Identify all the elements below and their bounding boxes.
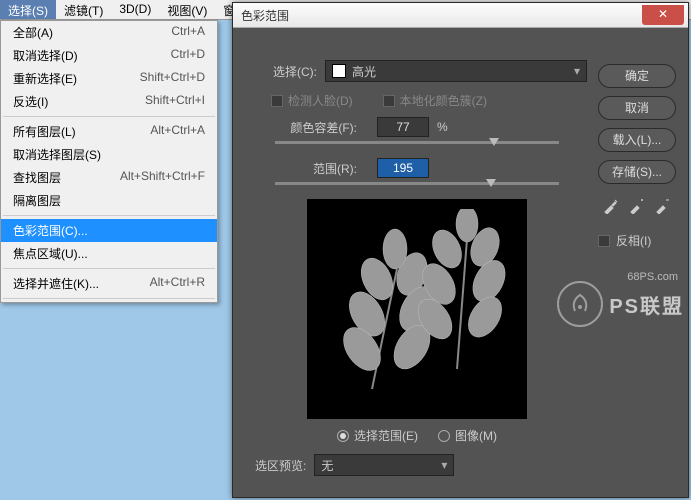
chevron-down-icon: ▾ — [441, 458, 447, 472]
menu-3d[interactable]: 3D(D) — [111, 0, 159, 19]
checkbox-icon — [598, 235, 610, 247]
menu-view[interactable]: 视图(V) — [159, 0, 215, 19]
localized-clusters-checkbox: 本地化颜色簇(Z) — [383, 92, 487, 109]
percent-label: % — [437, 120, 448, 134]
selection-preview-label: 选区预览: — [255, 457, 306, 474]
radio-icon — [438, 430, 450, 442]
close-button[interactable]: ✕ — [642, 5, 684, 25]
fuzziness-slider[interactable] — [275, 141, 559, 144]
dialog-title: 色彩范围 — [233, 7, 289, 24]
menu-separator — [3, 215, 215, 216]
range-input[interactable]: 195 — [377, 158, 429, 178]
menu-separator — [3, 116, 215, 117]
menu-separator — [3, 298, 215, 299]
fuzziness-label: 颜色容差(F): — [247, 119, 357, 136]
select-value: 高光 — [352, 63, 376, 80]
menu-select[interactable]: 选择(S) — [0, 0, 56, 19]
menu-deselect-layers[interactable]: 取消选择图层(S) — [1, 143, 217, 166]
chevron-down-icon: ▾ — [574, 64, 580, 78]
slider-thumb[interactable] — [489, 138, 499, 146]
select-menu-dropdown: 全部(A)Ctrl+A 取消选择(D)Ctrl+D 重新选择(E)Shift+C… — [0, 20, 218, 303]
menu-reselect[interactable]: 重新选择(E)Shift+Ctrl+D — [1, 67, 217, 90]
dialog-side-panel: 确定 取消 载入(L)... 存储(S)... 反相(I) — [598, 64, 676, 249]
select-label: 选择(C): — [247, 63, 317, 80]
menu-deselect[interactable]: 取消选择(D)Ctrl+D — [1, 44, 217, 67]
menu-focus-area[interactable]: 焦点区域(U)... — [1, 242, 217, 265]
fuzziness-input[interactable]: 77 — [377, 117, 429, 137]
checkbox-icon — [383, 95, 395, 107]
dialog-titlebar[interactable]: 色彩范围 ✕ — [233, 3, 688, 28]
ok-button[interactable]: 确定 — [598, 64, 676, 88]
range-slider[interactable] — [275, 182, 559, 185]
range-label: 范围(R): — [247, 160, 357, 177]
select-dropdown[interactable]: 高光 ▾ — [325, 60, 587, 82]
checkbox-icon — [271, 95, 283, 107]
highlight-swatch — [332, 64, 346, 78]
color-range-dialog: 色彩范围 ✕ 选择(C): 高光 ▾ 检测人脸(D) 本地化颜色簇(Z) — [232, 2, 689, 498]
watermark-url: 68PS.com — [627, 271, 678, 283]
menu-all-layers[interactable]: 所有图层(L)Alt+Ctrl+A — [1, 120, 217, 143]
menu-filter[interactable]: 滤镜(T) — [56, 0, 111, 19]
eyedropper-icon[interactable] — [601, 196, 621, 216]
leaf-preview — [317, 209, 517, 409]
eyedropper-group — [598, 196, 676, 216]
menu-color-range[interactable]: 色彩范围(C)... — [1, 219, 217, 242]
load-button[interactable]: 载入(L)... — [598, 128, 676, 152]
menu-find-layers[interactable]: 查找图层Alt+Shift+Ctrl+F — [1, 166, 217, 189]
menu-all[interactable]: 全部(A)Ctrl+A — [1, 21, 217, 44]
preview-image — [307, 199, 527, 419]
watermark-text: PS联盟 — [609, 290, 684, 319]
save-button[interactable]: 存储(S)... — [598, 160, 676, 184]
eyedropper-minus-icon[interactable] — [653, 196, 673, 216]
menu-separator — [3, 268, 215, 269]
invert-checkbox[interactable]: 反相(I) — [598, 232, 676, 249]
eyedropper-plus-icon[interactable] — [627, 196, 647, 216]
menu-isolate-layers[interactable]: 隔离图层 — [1, 189, 217, 212]
radio-selection[interactable]: 选择范围(E) — [337, 427, 418, 444]
selection-preview-dropdown[interactable]: 无 ▾ — [314, 454, 454, 476]
radio-icon — [337, 430, 349, 442]
radio-image[interactable]: 图像(M) — [438, 427, 497, 444]
slider-thumb[interactable] — [486, 179, 496, 187]
detect-faces-checkbox: 检测人脸(D) — [271, 92, 353, 109]
menu-select-and-mask[interactable]: 选择并遮住(K)...Alt+Ctrl+R — [1, 272, 217, 295]
cancel-button[interactable]: 取消 — [598, 96, 676, 120]
menu-inverse[interactable]: 反选(I)Shift+Ctrl+I — [1, 90, 217, 113]
